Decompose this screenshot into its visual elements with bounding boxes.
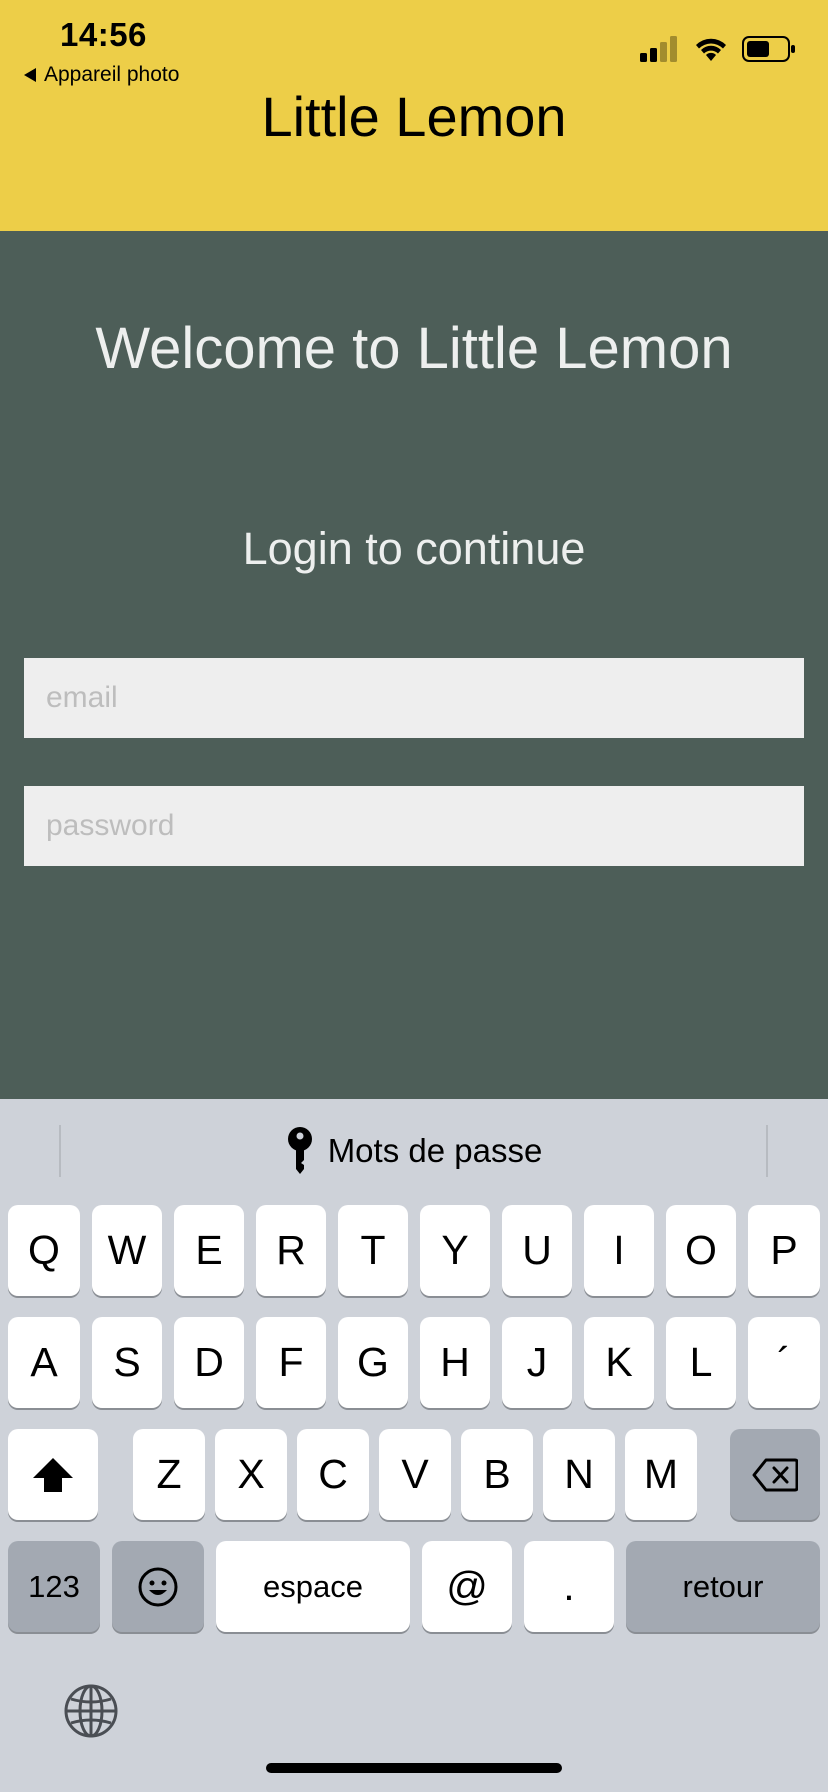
- key-q[interactable]: Q: [8, 1205, 80, 1296]
- email-field[interactable]: [24, 658, 804, 738]
- key-k[interactable]: K: [584, 1317, 654, 1408]
- welcome-heading: Welcome to Little Lemon: [95, 316, 733, 381]
- key-l[interactable]: L: [666, 1317, 736, 1408]
- return-key[interactable]: retour: [626, 1541, 820, 1632]
- key-i[interactable]: I: [584, 1205, 654, 1296]
- password-field[interactable]: [24, 786, 804, 866]
- key-icon: [287, 1127, 312, 1174]
- battery-icon: [742, 36, 795, 62]
- passwords-suggestion[interactable]: Mots de passe: [0, 1127, 828, 1175]
- key-j[interactable]: J: [502, 1317, 572, 1408]
- key-o[interactable]: O: [666, 1205, 736, 1296]
- shift-key[interactable]: [8, 1429, 98, 1520]
- dot-key[interactable]: .: [524, 1541, 614, 1632]
- login-subtitle: Login to continue: [242, 523, 586, 574]
- key-z[interactable]: Z: [133, 1429, 205, 1520]
- backspace-icon: [752, 1458, 798, 1491]
- key-f[interactable]: F: [256, 1317, 326, 1408]
- login-screen: Welcome to Little Lemon Login to continu…: [0, 231, 828, 1099]
- key-e[interactable]: E: [174, 1205, 244, 1296]
- key-h[interactable]: H: [420, 1317, 490, 1408]
- space-key[interactable]: espace: [216, 1541, 410, 1632]
- status-icons: [640, 36, 796, 62]
- key-d[interactable]: D: [174, 1317, 244, 1408]
- suggestion-divider: [766, 1125, 768, 1177]
- key-u[interactable]: U: [502, 1205, 572, 1296]
- backspace-key[interactable]: [730, 1429, 820, 1520]
- key-y[interactable]: Y: [420, 1205, 490, 1296]
- key-a[interactable]: A: [8, 1317, 80, 1408]
- key-v[interactable]: V: [379, 1429, 451, 1520]
- key-s[interactable]: S: [92, 1317, 162, 1408]
- app-title: Little Lemon: [261, 85, 567, 148]
- key-c[interactable]: C: [297, 1429, 369, 1520]
- numbers-key[interactable]: 123: [8, 1541, 100, 1632]
- key-r[interactable]: R: [256, 1205, 326, 1296]
- emoji-icon: [138, 1567, 178, 1606]
- wifi-icon: [696, 38, 726, 61]
- app-header: 14:56 Appareil photo Little Lemon: [0, 0, 828, 231]
- key-x[interactable]: X: [215, 1429, 287, 1520]
- keyboard-suggestion-bar: Mots de passe: [0, 1099, 828, 1205]
- key-t[interactable]: T: [338, 1205, 408, 1296]
- key-g[interactable]: G: [338, 1317, 408, 1408]
- passwords-suggestion-label: Mots de passe: [327, 1132, 543, 1169]
- key-w[interactable]: W: [92, 1205, 162, 1296]
- globe-icon[interactable]: [63, 1683, 119, 1739]
- emoji-key[interactable]: [112, 1541, 204, 1632]
- key-acute-accent[interactable]: ´: [748, 1317, 820, 1408]
- status-time: 14:56: [60, 16, 147, 53]
- shift-icon: [33, 1457, 73, 1492]
- system-keyboard: Mots de passe Q W E R T Y U I O P A S D …: [0, 1099, 828, 1792]
- key-b[interactable]: B: [461, 1429, 533, 1520]
- key-p[interactable]: P: [748, 1205, 820, 1296]
- at-key[interactable]: @: [422, 1541, 512, 1632]
- home-indicator[interactable]: [266, 1763, 562, 1773]
- cellular-signal-icon: [640, 36, 677, 62]
- key-m[interactable]: M: [625, 1429, 697, 1520]
- back-arrow-icon: [24, 68, 36, 82]
- key-n[interactable]: N: [543, 1429, 615, 1520]
